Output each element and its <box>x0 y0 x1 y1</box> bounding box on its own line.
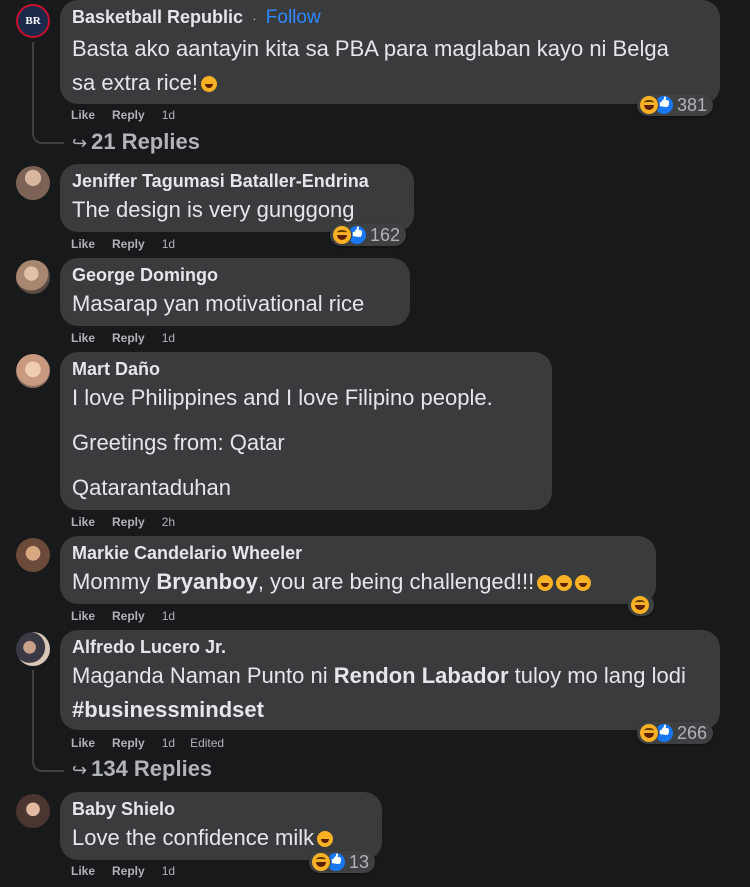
br-logo-icon: BR <box>25 15 41 27</box>
profile-photo <box>16 166 50 200</box>
comment-actions: Like Reply 1d <box>71 237 175 251</box>
rofl-emoji-icon <box>575 575 592 592</box>
avatar[interactable] <box>16 260 50 294</box>
avatar[interactable] <box>16 354 50 388</box>
comment-bubble: George Domingo Masarap yan motivational … <box>60 258 410 326</box>
timestamp[interactable]: 1d <box>162 609 175 623</box>
mentioned-user[interactable]: Rendon Labador <box>334 663 509 688</box>
laughing-emoji-icon <box>200 76 217 93</box>
comment-bubble: Baby Shielo Love the confidence milk <box>60 792 382 860</box>
comment-actions: Like Reply 1d <box>71 864 175 878</box>
like-button[interactable]: Like <box>71 864 95 878</box>
comment-text: Masarap yan motivational rice <box>72 291 365 316</box>
rofl-emoji-icon <box>556 575 573 592</box>
hashtag-link[interactable]: #businessmindset <box>72 697 264 722</box>
comment-paragraph: Qatarantaduhan <box>72 475 232 500</box>
timestamp[interactable]: 2h <box>162 515 175 529</box>
timestamp[interactable]: 1d <box>162 864 175 878</box>
avatar[interactable] <box>16 538 50 572</box>
comment-text: Basta ako aantayin kita sa PBA para magl… <box>72 36 669 95</box>
timestamp[interactable]: 1d <box>162 237 175 251</box>
timestamp[interactable]: 1d <box>162 736 175 750</box>
comment-bubble: Mart Daño I love Philippines and I love … <box>60 352 552 510</box>
comment-text: Mommy Bryanboy, you are being challenged… <box>72 565 644 599</box>
reply-button[interactable]: Reply <box>112 864 145 878</box>
haha-reaction-icon <box>639 95 659 115</box>
comment-actions: Like Reply 1d Edited <box>71 736 224 750</box>
reaction-summary[interactable]: 266 <box>637 722 714 744</box>
comment-author[interactable]: Baby Shielo <box>72 798 370 820</box>
reply-button[interactable]: Reply <box>112 108 145 122</box>
timestamp[interactable]: 1d <box>162 331 175 345</box>
like-button[interactable]: Like <box>71 609 95 623</box>
haha-reaction-icon <box>630 595 650 615</box>
avatar[interactable]: BR <box>16 4 50 38</box>
comment-bubble: Markie Candelario Wheeler Mommy Bryanboy… <box>60 536 656 604</box>
profile-photo <box>16 794 50 828</box>
comment-bubble: Jeniffer Tagumasi Bataller-Endrina The d… <box>60 164 414 232</box>
reaction-summary[interactable]: 381 <box>637 94 714 116</box>
profile-photo <box>16 632 50 666</box>
rofl-emoji-icon <box>537 575 554 592</box>
like-button[interactable]: Like <box>71 237 95 251</box>
like-button[interactable]: Like <box>71 108 95 122</box>
view-replies-button[interactable]: ↪ 21 Replies <box>72 129 200 155</box>
comment-paragraph: Greetings from: Qatar <box>72 430 285 455</box>
timestamp[interactable]: 1d <box>162 108 175 122</box>
reaction-count: 13 <box>349 851 370 872</box>
reply-arrow-icon: ↪ <box>72 133 88 153</box>
comment-actions: Like Reply 2h <box>71 515 175 529</box>
reply-button[interactable]: Reply <box>112 331 145 345</box>
avatar[interactable] <box>16 794 50 828</box>
separator-dot: · <box>252 10 257 26</box>
profile-photo <box>16 354 50 388</box>
comment-text: I love Philippines and I love Filipino p… <box>72 381 540 505</box>
haha-reaction-icon <box>639 723 659 743</box>
haha-reaction-icon <box>311 852 331 872</box>
reply-button[interactable]: Reply <box>112 237 145 251</box>
comment-actions: Like Reply 1d <box>71 331 175 345</box>
comment-author[interactable]: Mart Daño <box>72 358 540 380</box>
like-button[interactable]: Like <box>71 331 95 345</box>
view-replies-button[interactable]: ↪ 134 Replies <box>72 756 212 782</box>
comment-text: The design is very gunggong <box>72 197 355 222</box>
like-button[interactable]: Like <box>71 515 95 529</box>
reaction-count: 162 <box>370 224 401 245</box>
comment-actions: Like Reply 1d <box>71 108 175 122</box>
comment-text: Love the confidence milk <box>72 821 370 855</box>
comment-author[interactable]: George Domingo <box>72 264 398 286</box>
comment-paragraph: I love Philippines and I love Filipino p… <box>72 385 493 410</box>
reaction-count: 266 <box>677 722 708 743</box>
edited-label: Edited <box>190 736 225 750</box>
comment-text: Maganda Naman Punto ni Rendon Labador tu… <box>72 663 686 722</box>
mentioned-user[interactable]: Bryanboy <box>156 569 257 594</box>
reply-button[interactable]: Reply <box>112 609 145 623</box>
reaction-summary[interactable]: 13 <box>309 851 376 873</box>
avatar[interactable] <box>16 166 50 200</box>
reply-button[interactable]: Reply <box>112 736 145 750</box>
reaction-count: 381 <box>677 94 708 115</box>
comment-bubble: Alfredo Lucero Jr. Maganda Naman Punto n… <box>60 630 720 730</box>
comment-author[interactable]: Markie Candelario Wheeler <box>72 542 644 564</box>
reaction-summary[interactable] <box>628 594 654 616</box>
smiling-sweat-emoji-icon <box>317 831 334 848</box>
like-button[interactable]: Like <box>71 736 95 750</box>
comment-actions: Like Reply 1d <box>71 609 175 623</box>
avatar[interactable] <box>16 632 50 666</box>
profile-photo <box>16 260 50 294</box>
reply-button[interactable]: Reply <box>112 515 145 529</box>
comment-author[interactable]: Alfredo Lucero Jr. <box>72 636 708 658</box>
comment-author[interactable]: Basketball Republic <box>72 7 243 27</box>
profile-photo <box>16 538 50 572</box>
haha-reaction-icon <box>332 225 352 245</box>
comment-author[interactable]: Jeniffer Tagumasi Bataller-Endrina <box>72 170 402 192</box>
reply-arrow-icon: ↪ <box>72 760 88 780</box>
follow-button[interactable]: Follow <box>266 7 321 28</box>
reaction-summary[interactable]: 162 <box>330 224 407 246</box>
comment-bubble: Basketball Republic · Follow Basta ako a… <box>60 0 720 104</box>
